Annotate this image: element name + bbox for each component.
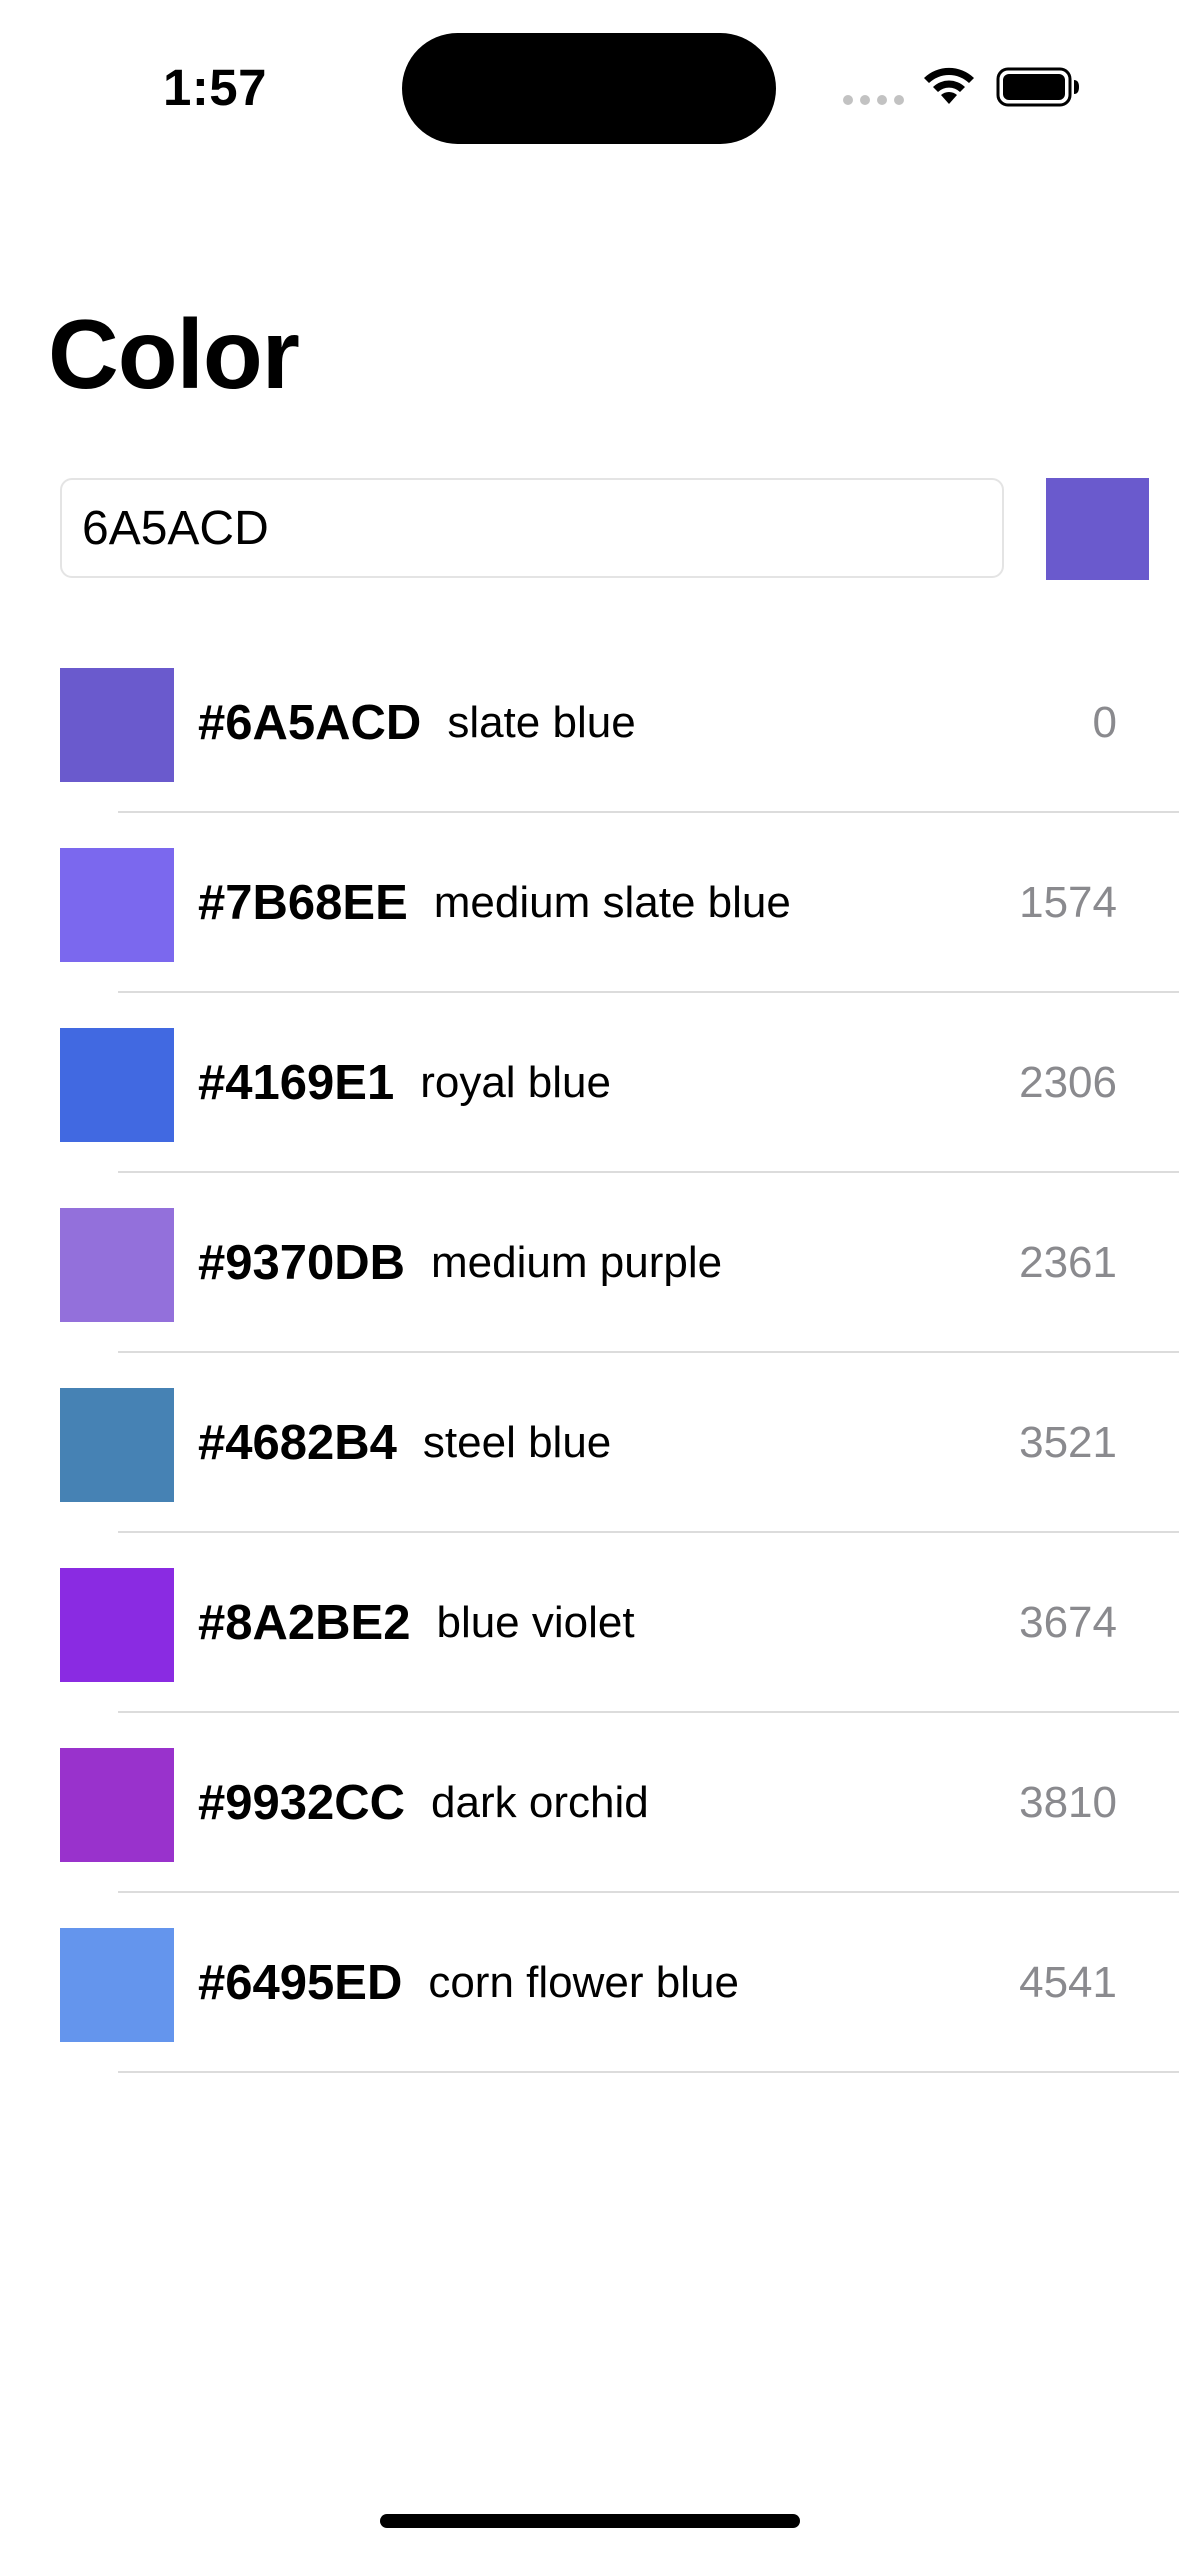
status-time: 1:57 (162, 59, 268, 116)
color-distance: 3674 (1019, 1598, 1117, 1647)
row-labels: #9370DB medium purple (198, 1173, 722, 1353)
color-swatch (60, 1028, 174, 1142)
color-hex: #7B68EE (198, 876, 408, 930)
row-labels: #9932CC dark orchid (198, 1713, 649, 1893)
wifi-icon (924, 67, 974, 104)
color-swatch (60, 668, 174, 782)
color-swatch (60, 848, 174, 962)
color-distance: 4541 (1019, 1958, 1117, 2007)
color-preview-swatch (1046, 478, 1149, 580)
list-item[interactable]: #8A2BE2 blue violet 3674 (0, 1533, 1179, 1713)
color-name: medium slate blue (433, 878, 791, 927)
list-item[interactable]: #4169E1 royal blue 2306 (0, 993, 1179, 1173)
color-distance: 1574 (1019, 878, 1117, 927)
color-match-list: #6A5ACD slate blue 0 #7B68EE medium slat… (0, 633, 1179, 2073)
list-item[interactable]: #7B68EE medium slate blue 1574 (0, 813, 1179, 993)
row-labels: #7B68EE medium slate blue (198, 813, 791, 993)
row-labels: #4682B4 steel blue (198, 1353, 611, 1533)
color-swatch (60, 1748, 174, 1862)
color-swatch (60, 1928, 174, 2042)
color-hex: #4169E1 (198, 1056, 395, 1110)
color-distance: 0 (1092, 698, 1117, 747)
page-title: Color (48, 299, 300, 409)
dynamic-island (402, 33, 776, 144)
color-swatch (60, 1568, 174, 1682)
color-hex: #4682B4 (198, 1416, 397, 1470)
color-distance: 2306 (1019, 1058, 1117, 1107)
color-name: royal blue (420, 1058, 611, 1107)
list-item[interactable]: #9370DB medium purple 2361 (0, 1173, 1179, 1353)
color-distance: 3810 (1019, 1778, 1117, 1827)
color-name: dark orchid (431, 1778, 649, 1827)
divider (118, 2071, 1179, 2073)
color-swatch (60, 1388, 174, 1502)
list-item[interactable]: #6495ED corn flower blue 4541 (0, 1893, 1179, 2073)
color-hex: #6495ED (198, 1956, 403, 2010)
color-distance: 2361 (1019, 1238, 1117, 1287)
color-hex: #8A2BE2 (198, 1596, 411, 1650)
list-item[interactable]: #9932CC dark orchid 3810 (0, 1713, 1179, 1893)
status-bar: 1:57 (0, 0, 1179, 170)
color-name: blue violet (436, 1598, 635, 1647)
row-labels: #4169E1 royal blue (198, 993, 611, 1173)
list-item[interactable]: #6A5ACD slate blue 0 (0, 633, 1179, 813)
color-hex: #6A5ACD (198, 696, 422, 750)
battery-icon (996, 67, 1079, 107)
list-item[interactable]: #4682B4 steel blue 3521 (0, 1353, 1179, 1533)
cellular-signal-icon (843, 95, 904, 105)
color-distance: 3521 (1019, 1418, 1117, 1467)
color-name: slate blue (447, 698, 636, 747)
color-swatch (60, 1208, 174, 1322)
color-name: steel blue (422, 1418, 612, 1467)
row-labels: #6495ED corn flower blue (198, 1893, 739, 2073)
row-labels: #6A5ACD slate blue (198, 633, 636, 813)
color-name: corn flower blue (428, 1958, 739, 2007)
color-hex: #9932CC (198, 1776, 406, 1830)
home-indicator[interactable] (380, 2514, 800, 2528)
color-name: medium purple (431, 1238, 723, 1287)
row-labels: #8A2BE2 blue violet (198, 1533, 635, 1713)
hex-color-input[interactable] (60, 478, 1004, 578)
color-hex: #9370DB (198, 1236, 406, 1290)
